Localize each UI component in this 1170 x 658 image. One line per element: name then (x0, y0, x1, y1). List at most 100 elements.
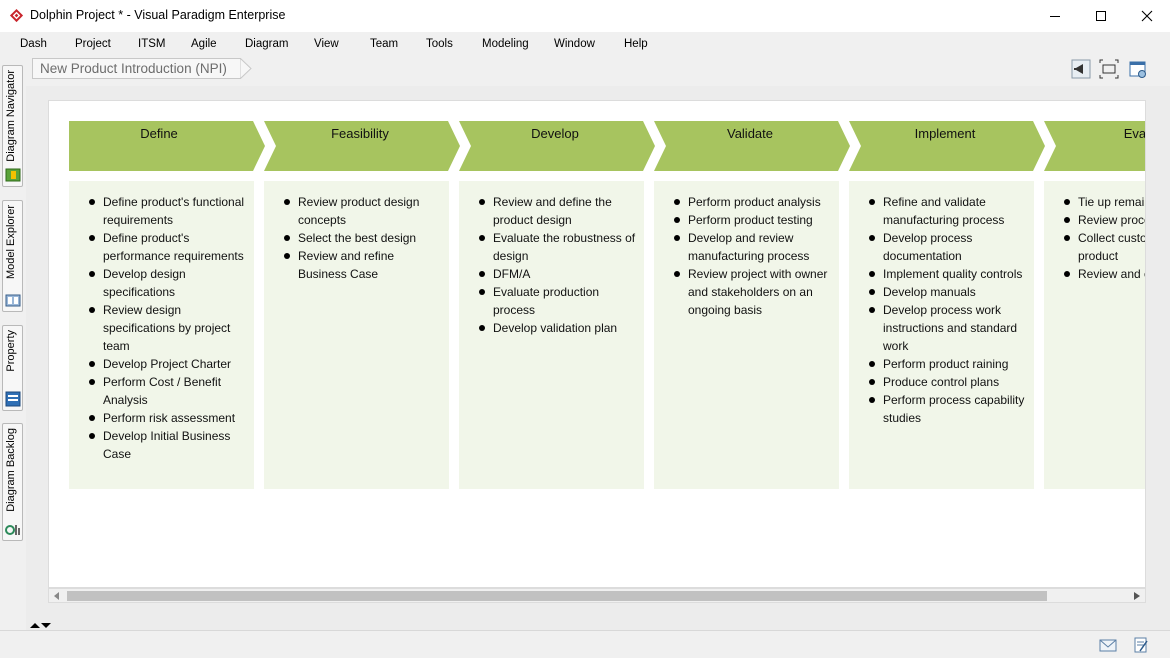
menu-team[interactable]: Team (370, 38, 398, 50)
menu-itsm[interactable]: ITSM (138, 38, 165, 50)
menu-bar: Dash Project ITSM Agile Diagram View Tea… (0, 32, 1170, 55)
phase-item-list: Review product design concepts Select th… (264, 181, 449, 283)
close-icon (1141, 10, 1153, 22)
dock-tab-label: Diagram Navigator (5, 70, 17, 162)
minimize-button[interactable] (1032, 0, 1078, 32)
phase-item: Perform product analysis (674, 193, 839, 211)
phase-item: Develop Initial Business Case (89, 427, 254, 463)
menu-modeling[interactable]: Modeling (482, 38, 529, 50)
phase-item-list: Review and define the product design Eva… (459, 181, 644, 337)
phase-item-list: Define product's functional requirements… (69, 181, 254, 463)
window-title: Dolphin Project * - Visual Paradigm Ente… (30, 8, 286, 22)
breadcrumb-label: New Product Introduction (NPI) (40, 61, 227, 76)
diagram-navigator-icon (5, 168, 21, 182)
model-explorer-icon (5, 294, 21, 307)
phase-item: Collect custo feedback on product (1064, 229, 1145, 265)
phase-item: Review product design concepts (284, 193, 449, 229)
phase-body-validate[interactable]: Perform product analysis Perform product… (654, 181, 839, 489)
phase-item: Refine and validate manufacturing proces… (869, 193, 1034, 229)
phase-item: Develop and review manufacturing process (674, 229, 839, 265)
phase-body-feasibility[interactable]: Review product design concepts Select th… (264, 181, 449, 489)
layout-settings-button[interactable] (1127, 58, 1149, 80)
phase-title: Validate (726, 126, 773, 141)
phase-item: Tie up remai documentati (1064, 193, 1145, 211)
fit-diagram-icon (1099, 59, 1119, 79)
maximize-icon (1096, 11, 1106, 21)
tab-model-explorer[interactable]: Model Explorer (2, 200, 23, 312)
menu-dash[interactable]: Dash (20, 38, 47, 50)
phase-item: Perform product testing (674, 211, 839, 229)
announce-icon (1071, 59, 1091, 79)
phase-item: Review design specifications by project … (89, 301, 254, 355)
phase-title: Evalu (1123, 126, 1146, 141)
diagram-backlog-icon (5, 525, 20, 535)
phase-item: Perform process capability studies (869, 391, 1034, 427)
title-bar: Dolphin Project * - Visual Paradigm Ente… (0, 0, 1170, 32)
left-dock: Diagram Navigator Model Explorer Propert… (0, 55, 26, 630)
menu-window[interactable]: Window (554, 38, 595, 50)
scroll-left-button[interactable] (51, 590, 63, 602)
document-edit-icon[interactable] (1132, 637, 1150, 653)
status-bar (0, 630, 1170, 658)
tab-diagram-navigator[interactable]: Diagram Navigator (2, 65, 23, 187)
chevron-left-icon (54, 592, 59, 600)
mail-icon[interactable] (1099, 637, 1117, 653)
phase-body-develop[interactable]: Review and define the product design Eva… (459, 181, 644, 489)
phase-item: Perform Cost / Benefit Analysis (89, 373, 254, 409)
phase-title: Implement (914, 126, 976, 141)
scrollbar-thumb[interactable] (67, 591, 1047, 601)
phase-body-evaluate[interactable]: Tie up remai documentati Review proce pe… (1044, 181, 1145, 489)
phase-item: Review and c any lessons l (1064, 265, 1145, 283)
phase-item: Review and define the product design (479, 193, 644, 229)
phase-item: Perform risk assessment (89, 409, 254, 427)
layout-settings-icon (1129, 61, 1146, 78)
phase-item: Perform product raining (869, 355, 1034, 373)
phase-title: Develop (531, 126, 579, 141)
dock-tab-label: Model Explorer (5, 205, 17, 279)
menu-view[interactable]: View (314, 38, 339, 50)
phase-item: Produce control plans (869, 373, 1034, 391)
property-icon (5, 391, 21, 407)
phase-item: Develop process documentation (869, 229, 1034, 265)
phase-item: Evaluate production process (479, 283, 644, 319)
phase-item: Develop manuals (869, 283, 1034, 301)
phase-body-implement[interactable]: Refine and validate manufacturing proces… (849, 181, 1034, 489)
dock-tab-label: Diagram Backlog (5, 428, 17, 512)
phase-item: DFM/A (479, 265, 644, 283)
minimize-icon (1050, 16, 1060, 17)
phase-item-list: Perform product analysis Perform product… (654, 181, 839, 319)
phase-item-list: Refine and validate manufacturing proces… (849, 181, 1034, 427)
phase-item: Develop design specifications (89, 265, 254, 301)
phase-item: Define product's performance requirement… (89, 229, 254, 265)
scroll-right-button[interactable] (1131, 590, 1143, 602)
phase-item: Review proce performance (1064, 211, 1145, 229)
menu-agile[interactable]: Agile (191, 38, 217, 50)
horizontal-scrollbar[interactable] (48, 588, 1146, 603)
dock-tab-label: Property (5, 330, 17, 372)
phase-body-define[interactable]: Define product's functional requirements… (69, 181, 254, 489)
chevron-right-icon (1134, 592, 1140, 600)
phase-item: Implement quality controls (869, 265, 1034, 283)
phase-item: Develop Project Charter (89, 355, 254, 373)
announce-button[interactable] (1070, 58, 1092, 80)
menu-help[interactable]: Help (624, 38, 648, 50)
fit-diagram-button[interactable] (1098, 58, 1120, 80)
maximize-button[interactable] (1078, 0, 1124, 32)
phase-item-list: Tie up remai documentati Review proce pe… (1044, 181, 1145, 283)
collapse-panel-icon[interactable] (29, 620, 55, 630)
menu-tools[interactable]: Tools (426, 38, 453, 50)
menu-project[interactable]: Project (75, 38, 111, 50)
phase-title: Feasibility (331, 126, 389, 141)
phase-item: Develop validation plan (479, 319, 644, 337)
tab-property[interactable]: Property (2, 325, 23, 411)
menu-diagram[interactable]: Diagram (245, 38, 288, 50)
close-button[interactable] (1124, 0, 1170, 32)
phase-item: Select the best design (284, 229, 449, 247)
breadcrumb[interactable]: New Product Introduction (NPI) (32, 58, 252, 79)
phase-item: Develop process work instructions and st… (869, 301, 1034, 355)
phase-title: Define (140, 126, 178, 141)
tab-diagram-backlog[interactable]: Diagram Backlog (2, 423, 23, 541)
diagram-canvas[interactable]: Define Define product's functional requi… (48, 100, 1146, 588)
phase-item: Define product's functional requirements (89, 193, 254, 229)
phase-item: Evaluate the robustness of design (479, 229, 644, 265)
